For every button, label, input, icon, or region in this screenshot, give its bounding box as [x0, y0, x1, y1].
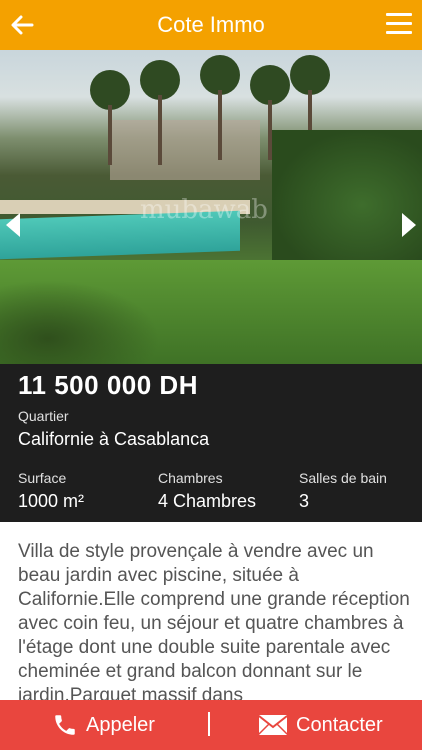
surface-label: Surface — [18, 470, 67, 486]
menu-icon[interactable] — [386, 13, 412, 37]
chambres-label: Chambres — [158, 470, 223, 486]
photo-palm — [200, 55, 240, 95]
photo-palm — [250, 65, 290, 105]
listing-price: 11 500 000 DH — [18, 370, 198, 400]
call-button[interactable]: Appeler — [52, 710, 155, 740]
envelope-icon — [258, 715, 288, 735]
chevron-left-icon[interactable] — [6, 213, 20, 237]
app-header: Cote Immo — [0, 0, 422, 50]
listing-description: Villa de style provençale à vendre avec … — [18, 541, 410, 706]
photo-house — [110, 120, 260, 180]
quartier-label: Quartier — [18, 408, 69, 424]
photo-shade — [0, 280, 160, 364]
listing-info-panel: 11 500 000 DH Quartier Californie à Casa… — [0, 364, 422, 522]
contact-label: Contacter — [296, 713, 383, 736]
call-label: Appeler — [86, 713, 155, 736]
chambres-value: 4 Chambres — [158, 491, 257, 511]
action-separator — [208, 712, 210, 736]
app-title: Cote Immo — [157, 12, 265, 37]
photo-trunk — [108, 105, 112, 165]
quartier-value: Californie à Casablanca — [18, 429, 210, 449]
bains-label: Salles de bain — [299, 470, 387, 486]
photo-palm — [90, 70, 130, 110]
photo-hedge — [272, 130, 422, 280]
contact-button[interactable]: Contacter — [258, 710, 383, 740]
phone-icon — [55, 715, 75, 735]
photo-trunk — [158, 95, 162, 165]
action-bar: Appeler Contacter — [0, 700, 422, 750]
chevron-right-icon[interactable] — [402, 213, 416, 237]
photo-palm — [290, 55, 330, 95]
bains-value: 3 — [299, 491, 310, 511]
surface-value: 1000 m² — [18, 491, 85, 511]
photo-trunk — [218, 90, 222, 160]
photo-palm — [140, 60, 180, 100]
photo-watermark: mubawab — [140, 195, 268, 225]
property-photo: mubawab — [0, 50, 422, 364]
